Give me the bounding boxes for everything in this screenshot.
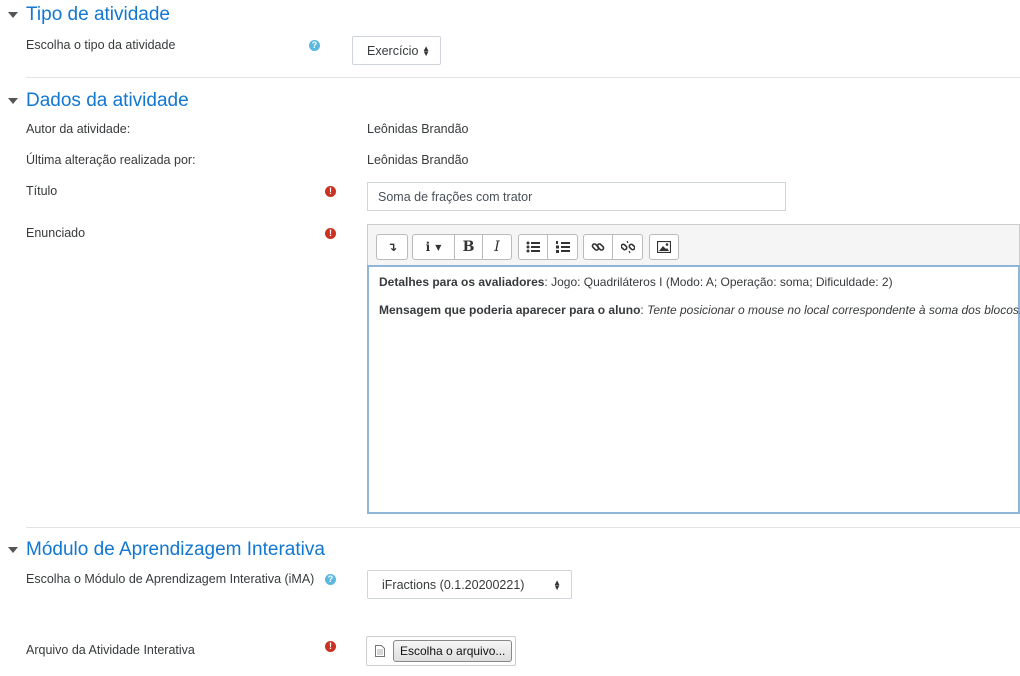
- help-icon[interactable]: ?: [325, 574, 336, 585]
- title-label: Título: [26, 184, 58, 198]
- insert-image-button[interactable]: [650, 235, 678, 259]
- section-ima-header[interactable]: Módulo de Aprendizagem Interativa: [8, 539, 325, 561]
- section-title: Módulo de Aprendizagem Interativa: [26, 539, 325, 560]
- activity-type-select[interactable]: Exercício ▲ ▼: [352, 36, 441, 65]
- last-edit-value: Leônidas Brandão: [367, 153, 469, 167]
- chevron-down-icon: ▼: [435, 242, 442, 252]
- editor-italic-text: Tente posicionar o mouse no local corres…: [647, 303, 1020, 317]
- select-arrows-icon: ▲ ▼: [553, 577, 561, 592]
- toolbar-group-links: [583, 234, 643, 260]
- help-icon[interactable]: ?: [309, 40, 320, 51]
- toolbar-group-format: i ▼ B I: [412, 234, 512, 260]
- statement-editor[interactable]: Detalhes para os avaliadores: Jogo: Quad…: [367, 265, 1020, 514]
- unordered-list-button[interactable]: [519, 235, 548, 259]
- section-activity-data-header[interactable]: Dados da atividade: [8, 90, 189, 112]
- unordered-list-icon: [526, 241, 540, 253]
- required-icon: !: [325, 228, 336, 239]
- section-divider: [26, 527, 1020, 528]
- required-icon: !: [325, 186, 336, 197]
- ima-select[interactable]: iFractions (0.1.20200221) ▲ ▼: [367, 570, 572, 599]
- link-button[interactable]: [584, 235, 613, 259]
- ordered-list-button[interactable]: [548, 235, 577, 259]
- italic-button[interactable]: I: [483, 235, 511, 259]
- title-input[interactable]: Soma de frações com trator: [367, 182, 786, 211]
- ima-select-label: Escolha o Módulo de Aprendizagem Interat…: [26, 572, 315, 586]
- collapse-caret-icon[interactable]: [8, 12, 18, 18]
- editor-bold-text: Mensagem que poderia aparecer para o alu…: [379, 303, 641, 317]
- toolbar-group-collapse: ↴: [376, 234, 408, 260]
- file-icon: [375, 645, 385, 657]
- collapse-toolbar-icon[interactable]: ↴: [377, 235, 407, 259]
- toolbar-group-media: [649, 234, 679, 260]
- statement-label: Enunciado: [26, 226, 86, 240]
- section-activity-type-header[interactable]: Tipo de atividade: [8, 4, 171, 26]
- section-title: Dados da atividade: [26, 90, 189, 111]
- info-icon: i: [425, 240, 431, 254]
- select-value: Exercício: [367, 43, 419, 58]
- file-label: Arquivo da Atividade Interativa: [26, 643, 195, 657]
- editor-paragraph-1: Detalhes para os avaliadores: Jogo: Quad…: [379, 275, 1008, 289]
- paragraph-style-button[interactable]: i ▼: [413, 235, 455, 259]
- file-picker: Escolha o arquivo...: [366, 636, 516, 666]
- author-value: Leônidas Brandão: [367, 122, 469, 136]
- choose-file-button[interactable]: Escolha o arquivo...: [393, 640, 513, 662]
- unlink-icon: [620, 240, 635, 254]
- editor-paragraph-2: Mensagem que poderia aparecer para o alu…: [379, 303, 1020, 317]
- collapse-caret-icon[interactable]: [8, 547, 18, 553]
- link-icon: [591, 243, 605, 251]
- toolbar-group-lists: [518, 234, 578, 260]
- section-title: Tipo de atividade: [26, 4, 171, 25]
- bold-button[interactable]: B: [455, 235, 483, 259]
- required-icon: !: [325, 641, 336, 652]
- select-value: iFractions (0.1.20200221): [382, 577, 525, 592]
- last-edit-label: Última alteração realizada por:: [26, 153, 196, 167]
- editor-toolbar: ↴ i ▼ B I: [367, 224, 1020, 266]
- ordered-list-icon: [555, 241, 570, 253]
- unlink-button[interactable]: [613, 235, 642, 259]
- collapse-caret-icon[interactable]: [8, 98, 18, 104]
- editor-text: : Jogo: Quadriláteros I (Modo: A; Operaç…: [544, 275, 893, 289]
- section-divider: [26, 77, 1020, 78]
- image-icon: [657, 241, 671, 253]
- activity-type-label: Escolha o tipo da atividade: [26, 38, 176, 52]
- editor-bold-text: Detalhes para os avaliadores: [379, 275, 545, 289]
- author-label: Autor da atividade:: [26, 122, 131, 136]
- select-arrows-icon: ▲ ▼: [422, 43, 430, 58]
